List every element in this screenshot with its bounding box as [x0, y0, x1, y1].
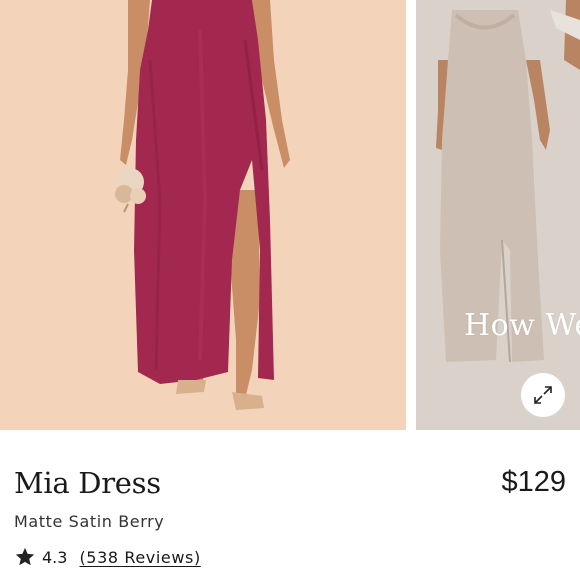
rating-value: 4.3 — [42, 547, 68, 567]
dress-model-illustration-2 — [436, 0, 580, 363]
dress-model-illustration — [115, 0, 290, 410]
product-image-main[interactable] — [0, 0, 406, 430]
rating-row: 4.3 (538 Reviews) — [14, 546, 201, 568]
product-price: $129 — [501, 466, 566, 498]
star-icon — [15, 547, 35, 566]
expand-icon — [534, 386, 552, 404]
product-image-secondary[interactable]: How We — [416, 0, 580, 430]
product-info: Mia Dress $129 Matte Satin Berry 4.3 (53… — [0, 430, 580, 580]
product-title: Mia Dress — [14, 466, 161, 500]
product-image-gallery[interactable]: How We — [0, 0, 580, 430]
product-variant: Matte Satin Berry — [14, 512, 165, 531]
expand-image-button[interactable] — [521, 373, 565, 417]
reviews-link[interactable]: (538 Reviews) — [79, 548, 200, 567]
video-overlay-title: How We — [464, 308, 580, 343]
